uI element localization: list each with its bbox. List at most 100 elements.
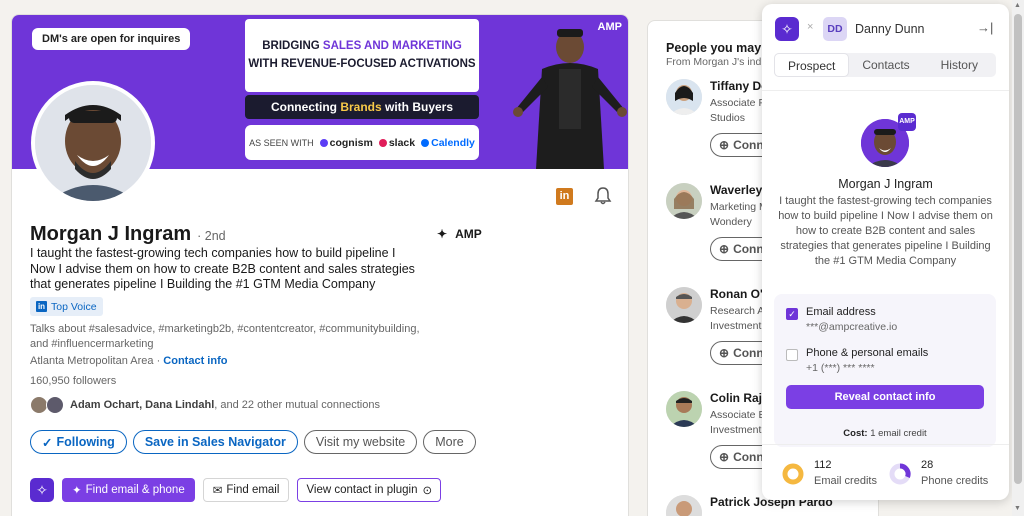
location-row: Atlanta Metropolitan Area · Contact info <box>30 355 227 367</box>
mutual-avatar <box>46 396 64 414</box>
dm-open-pill: DM's are open for inquires <box>32 28 191 50</box>
user-name: Danny Dunn <box>855 22 925 36</box>
scroll-up-icon[interactable]: ▲ <box>1014 2 1021 9</box>
person-name[interactable]: Colin Raja <box>710 391 769 405</box>
pymk-subtitle: From Morgan J's ind <box>666 56 762 68</box>
add-person-icon: ⊕ <box>719 346 730 360</box>
banner-headline-a: BRIDGING <box>262 40 323 52</box>
credits-bar: 112 Email credits 28 Phone credits <box>762 444 1009 500</box>
profile-photo <box>35 85 151 201</box>
tagline-c: with Buyers <box>381 100 454 114</box>
person-name[interactable]: Tiffany Do <box>710 79 768 93</box>
person-avatar <box>666 79 702 115</box>
tab-prospect[interactable]: Prospect <box>774 53 850 77</box>
cost-note: Cost: 1 email credit <box>843 428 927 439</box>
visit-website-button[interactable]: Visit my website <box>303 430 418 454</box>
following-button[interactable]: ✓ Following <box>30 430 127 454</box>
banner-headline-b: SALES AND MARKETING <box>322 40 462 52</box>
reveal-contact-info-button[interactable]: Reveal contact info <box>786 385 984 409</box>
as-seen-with: AS SEEN WITH <box>249 137 314 148</box>
plugin-logo-icon[interactable]: ✧ <box>30 478 54 502</box>
person-avatar <box>666 183 702 219</box>
external-arrow-icon: ⊙ <box>422 485 433 497</box>
banner-headline: BRIDGING SALES AND MARKETING WITH REVENU… <box>245 19 479 92</box>
email-option[interactable]: ✓ Email address ***@ampcreative.io <box>786 306 986 340</box>
phone-option[interactable]: Phone & personal emails +1 (***) *** ***… <box>786 347 986 381</box>
plugin-tabs: Prospect Contacts History <box>774 53 996 77</box>
find-email-phone-button[interactable]: ✦ Find email & phone <box>62 478 195 502</box>
person-name[interactable]: Waverley <box>710 183 762 197</box>
banner-person-image <box>513 29 627 169</box>
more-button[interactable]: More <box>423 430 476 454</box>
cognism-logo-icon <box>319 138 328 147</box>
calendly-logo-icon <box>421 138 430 147</box>
top-voice-label: Top Voice <box>51 300 97 313</box>
user-avatar[interactable]: DD <box>823 17 847 41</box>
followers-count: 160,950 followers <box>30 375 117 387</box>
sparkle-icon: ✦ <box>72 485 82 497</box>
add-person-icon: ⊕ <box>719 450 730 464</box>
amp-badge: AMP <box>898 113 916 131</box>
email-value: ***@ampcreative.io <box>806 321 898 333</box>
page-scrollbar[interactable]: ▲ ▼ <box>1012 0 1024 516</box>
scroll-down-icon[interactable]: ▼ <box>1014 505 1021 512</box>
mutual-connections[interactable]: Adam Ochart, Dana Lindahl, and 22 other … <box>30 396 380 414</box>
name-row: Morgan J Ingram · 2nd <box>30 223 226 246</box>
reveal-contact-box: ✓ Email address ***@ampcreative.io Phone… <box>774 294 996 447</box>
tab-contacts[interactable]: Contacts <box>849 53 922 77</box>
linkedin-mini-icon: in <box>36 301 47 312</box>
contact-info-link[interactable]: Contact info <box>163 355 227 367</box>
brand-cognism: cognism <box>319 137 373 149</box>
company-name: AMP <box>455 227 482 241</box>
prospect-headline: I taught the fastest-growing tech compan… <box>778 195 993 267</box>
banner-tagline: Connecting Brands with Buyers <box>245 95 479 119</box>
plugin-header: ✧ × DD Danny Dunn →| <box>762 4 1009 54</box>
profile-avatar[interactable] <box>31 81 155 205</box>
talks-about: Talks about #salesadvice, #marketingb2b,… <box>30 323 420 350</box>
tab-history[interactable]: History <box>923 53 996 77</box>
plugin-actions-row: ✧ ✦ Find email & phone ✉ Find email View… <box>30 478 442 502</box>
prospect-name: Morgan J Ingram <box>838 177 933 191</box>
profile-card: DM's are open for inquires BRIDGING SALE… <box>11 14 629 516</box>
brand-slack: slack <box>378 137 415 149</box>
amp-banner-logo: AMP <box>597 21 622 33</box>
plugin-logo-icon: ✧ <box>775 17 799 41</box>
check-icon: ✓ <box>42 435 53 450</box>
profile-headline: I taught the fastest-growing tech compan… <box>30 246 415 291</box>
prospect-plugin-panel: ✧ × DD Danny Dunn →| Prospect Contacts H… <box>762 4 1009 500</box>
brand-calendly: Calendly <box>421 137 475 149</box>
scroll-thumb[interactable] <box>1014 14 1022 484</box>
pymk-title: People you may k <box>666 41 772 55</box>
phone-value: +1 (***) *** **** <box>806 362 875 374</box>
connection-degree: · 2nd <box>197 229 226 243</box>
email-credits-ring-icon <box>782 463 804 485</box>
view-contact-in-plugin-button[interactable]: View contact in plugin ⊙ <box>297 478 442 502</box>
add-person-icon: ⊕ <box>719 242 730 256</box>
top-voice-badge[interactable]: in Top Voice <box>30 297 103 316</box>
phone-label: Phone & personal emails <box>806 347 929 359</box>
find-email-button[interactable]: ✉ Find email <box>202 478 290 502</box>
envelope-icon: ✉ <box>212 485 223 497</box>
email-label: Email address <box>806 306 876 318</box>
tagline-a: Connecting <box>270 100 341 114</box>
divider <box>762 90 1009 91</box>
phone-checkbox[interactable] <box>786 349 798 361</box>
bell-icon[interactable] <box>593 186 613 206</box>
profile-name: Morgan J Ingram <box>30 223 192 245</box>
tagline-b: Brands <box>340 100 382 114</box>
phone-credits-ring-icon <box>889 463 911 485</box>
company-row[interactable]: ✦ AMP <box>437 227 482 241</box>
person-avatar <box>666 391 702 427</box>
mutual-text: Adam Ochart, Dana Lindahl, and 22 other … <box>70 399 380 411</box>
collapse-panel-icon[interactable]: →| <box>977 20 993 35</box>
save-in-sales-navigator-button[interactable]: Save in Sales Navigator <box>132 430 298 454</box>
add-person-icon: ⊕ <box>719 138 730 152</box>
linkedin-icon[interactable]: in <box>556 188 573 205</box>
banner-brands: AS SEEN WITH cognism slack Calendly <box>245 125 479 160</box>
email-checkbox[interactable]: ✓ <box>786 308 798 320</box>
location: Atlanta Metropolitan Area · <box>30 355 164 367</box>
person-avatar <box>666 495 702 516</box>
times-icon: × <box>807 21 814 33</box>
person-avatar <box>666 287 702 323</box>
slack-logo-icon <box>378 138 387 147</box>
